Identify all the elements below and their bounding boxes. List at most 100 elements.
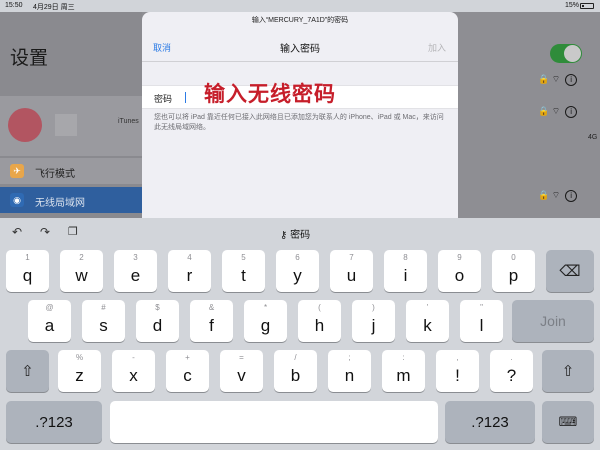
shift-icon: ⇧ bbox=[561, 363, 575, 380]
clipboard-icon[interactable]: ❐ bbox=[68, 225, 78, 238]
wifi-signal-icon: ⌔ bbox=[549, 106, 561, 116]
key-secondary: : bbox=[402, 353, 405, 362]
backspace-key[interactable]: ⌫ bbox=[546, 250, 594, 292]
key-c[interactable]: + c bbox=[166, 350, 209, 392]
key-i[interactable]: 8i bbox=[384, 250, 427, 292]
key-y[interactable]: 6y bbox=[276, 250, 319, 292]
lock-icon: 🔒 bbox=[538, 74, 550, 84]
sidebar-item-airplane[interactable]: ✈ 飞行模式 bbox=[0, 158, 142, 184]
profile-row[interactable]: iTunes bbox=[0, 96, 142, 156]
key-primary: f bbox=[209, 316, 214, 335]
key-d[interactable]: $ d bbox=[136, 300, 179, 342]
dialog-title: 输入密码 bbox=[280, 44, 320, 55]
numbers-key-right[interactable]: .?123 bbox=[445, 401, 535, 443]
key-primary: p bbox=[508, 266, 519, 285]
shift-key-left[interactable]: ⇧ bbox=[6, 350, 49, 392]
wifi-icon: ◉ bbox=[10, 193, 24, 207]
key-secondary: - bbox=[132, 353, 135, 362]
key-a[interactable]: @ a bbox=[28, 300, 71, 342]
keyboard-toolbar: ↶ ↷ ❐ ⚷ 密码 bbox=[0, 218, 600, 246]
redo-icon[interactable]: ↷ bbox=[40, 225, 50, 239]
wifi-signal-icon: ⌔ bbox=[549, 74, 561, 84]
network-row-icons[interactable]: 🔒 ⌔ i bbox=[538, 106, 578, 118]
key-w[interactable]: 2w bbox=[60, 250, 103, 292]
key-secondary: ( bbox=[318, 303, 321, 312]
info-icon[interactable]: i bbox=[565, 74, 578, 86]
key-primary: ! bbox=[455, 366, 460, 385]
network-row-icons[interactable]: 🔒 ⌔ i bbox=[538, 190, 578, 202]
key-r[interactable]: 4r bbox=[168, 250, 211, 292]
key-secondary: # bbox=[101, 303, 106, 312]
key-exclaim[interactable]: ,! bbox=[436, 350, 479, 392]
key-primary: b bbox=[290, 366, 301, 385]
key-question[interactable]: .? bbox=[490, 350, 533, 392]
key-o[interactable]: 9o bbox=[438, 250, 481, 292]
battery-icon bbox=[580, 3, 594, 9]
info-icon[interactable]: i bbox=[565, 190, 578, 202]
key-x[interactable]: -x bbox=[112, 350, 155, 392]
key-g[interactable]: * g bbox=[244, 300, 287, 342]
numbers-key-left[interactable]: .?123 bbox=[6, 401, 102, 443]
key-primary: k bbox=[423, 316, 432, 335]
key-secondary: 2 bbox=[79, 253, 84, 262]
numbers-key-label: .?123 bbox=[471, 414, 509, 431]
key-s[interactable]: # s bbox=[82, 300, 125, 342]
key-u[interactable]: 7u bbox=[330, 250, 373, 292]
key-e[interactable]: 3e bbox=[114, 250, 157, 292]
backspace-icon: ⌫ bbox=[559, 263, 581, 280]
space-key[interactable] bbox=[110, 401, 438, 443]
key-l[interactable]: " l bbox=[460, 300, 503, 342]
key-primary: u bbox=[346, 266, 357, 285]
key-primary: ? bbox=[506, 366, 517, 385]
key-primary: n bbox=[344, 366, 355, 385]
key-k[interactable]: ' k bbox=[406, 300, 449, 342]
key-secondary: 7 bbox=[349, 253, 354, 262]
key-secondary: 4 bbox=[187, 253, 192, 262]
numbers-key-label: .?123 bbox=[35, 414, 73, 431]
blurred-name bbox=[55, 114, 77, 136]
key-t[interactable]: 5t bbox=[222, 250, 265, 292]
key-secondary: , bbox=[456, 353, 459, 362]
key-secondary: 5 bbox=[241, 253, 246, 262]
key-h[interactable]: (h bbox=[298, 300, 341, 342]
annotation-text: 输入无线密码 bbox=[204, 83, 336, 106]
key-secondary: = bbox=[239, 353, 244, 362]
key-primary: y bbox=[293, 266, 302, 285]
key-q[interactable]: 1q bbox=[6, 250, 49, 292]
network-row-icons[interactable]: 🔒 ⌔ i bbox=[538, 74, 578, 86]
join-key[interactable]: Join bbox=[512, 300, 594, 342]
key-primary: a bbox=[44, 316, 55, 335]
wifi-toggle[interactable] bbox=[550, 44, 582, 63]
key-secondary: * bbox=[263, 303, 268, 312]
info-icon[interactable]: i bbox=[565, 106, 578, 118]
password-suggestion[interactable]: ⚷ 密码 bbox=[280, 226, 310, 241]
key-b[interactable]: / b bbox=[274, 350, 317, 392]
key-p[interactable]: 0p bbox=[492, 250, 535, 292]
key-primary: g bbox=[260, 316, 271, 335]
airplane-icon: ✈ bbox=[10, 164, 24, 178]
key-m[interactable]: :m bbox=[382, 350, 425, 392]
key-j[interactable]: ) j bbox=[352, 300, 395, 342]
hide-keyboard-key[interactable]: ⌨ bbox=[542, 401, 594, 443]
join-button[interactable]: 加入 bbox=[428, 41, 446, 54]
key-primary: x bbox=[129, 366, 138, 385]
sidebar-item-wifi[interactable]: ◉ 无线局域网 bbox=[0, 187, 142, 213]
shift-key-right[interactable]: ⇧ bbox=[542, 350, 594, 392]
key-secondary: & bbox=[208, 303, 215, 312]
key-secondary: $ bbox=[155, 303, 160, 312]
key-secondary: % bbox=[75, 353, 84, 362]
key-secondary: ; bbox=[348, 353, 351, 362]
share-wifi-note: 您也可以将 iPad 靠近任何已接入此网络且已添加您为联系人的 iPhone、i… bbox=[154, 114, 444, 131]
key-primary: r bbox=[186, 266, 193, 285]
undo-icon[interactable]: ↶ bbox=[12, 225, 22, 239]
key-n[interactable]: ; n bbox=[328, 350, 371, 392]
key-primary: s bbox=[99, 316, 108, 335]
key-secondary: ) bbox=[372, 303, 375, 312]
key-primary: h bbox=[314, 316, 325, 335]
key-secondary: + bbox=[185, 353, 190, 362]
key-f[interactable]: & f bbox=[190, 300, 233, 342]
key-z[interactable]: % z bbox=[58, 350, 101, 392]
key-v[interactable]: = v bbox=[220, 350, 263, 392]
status-bar: 15:50 4月29日 周三 15% bbox=[0, 0, 600, 12]
key-secondary: 3 bbox=[133, 253, 138, 262]
